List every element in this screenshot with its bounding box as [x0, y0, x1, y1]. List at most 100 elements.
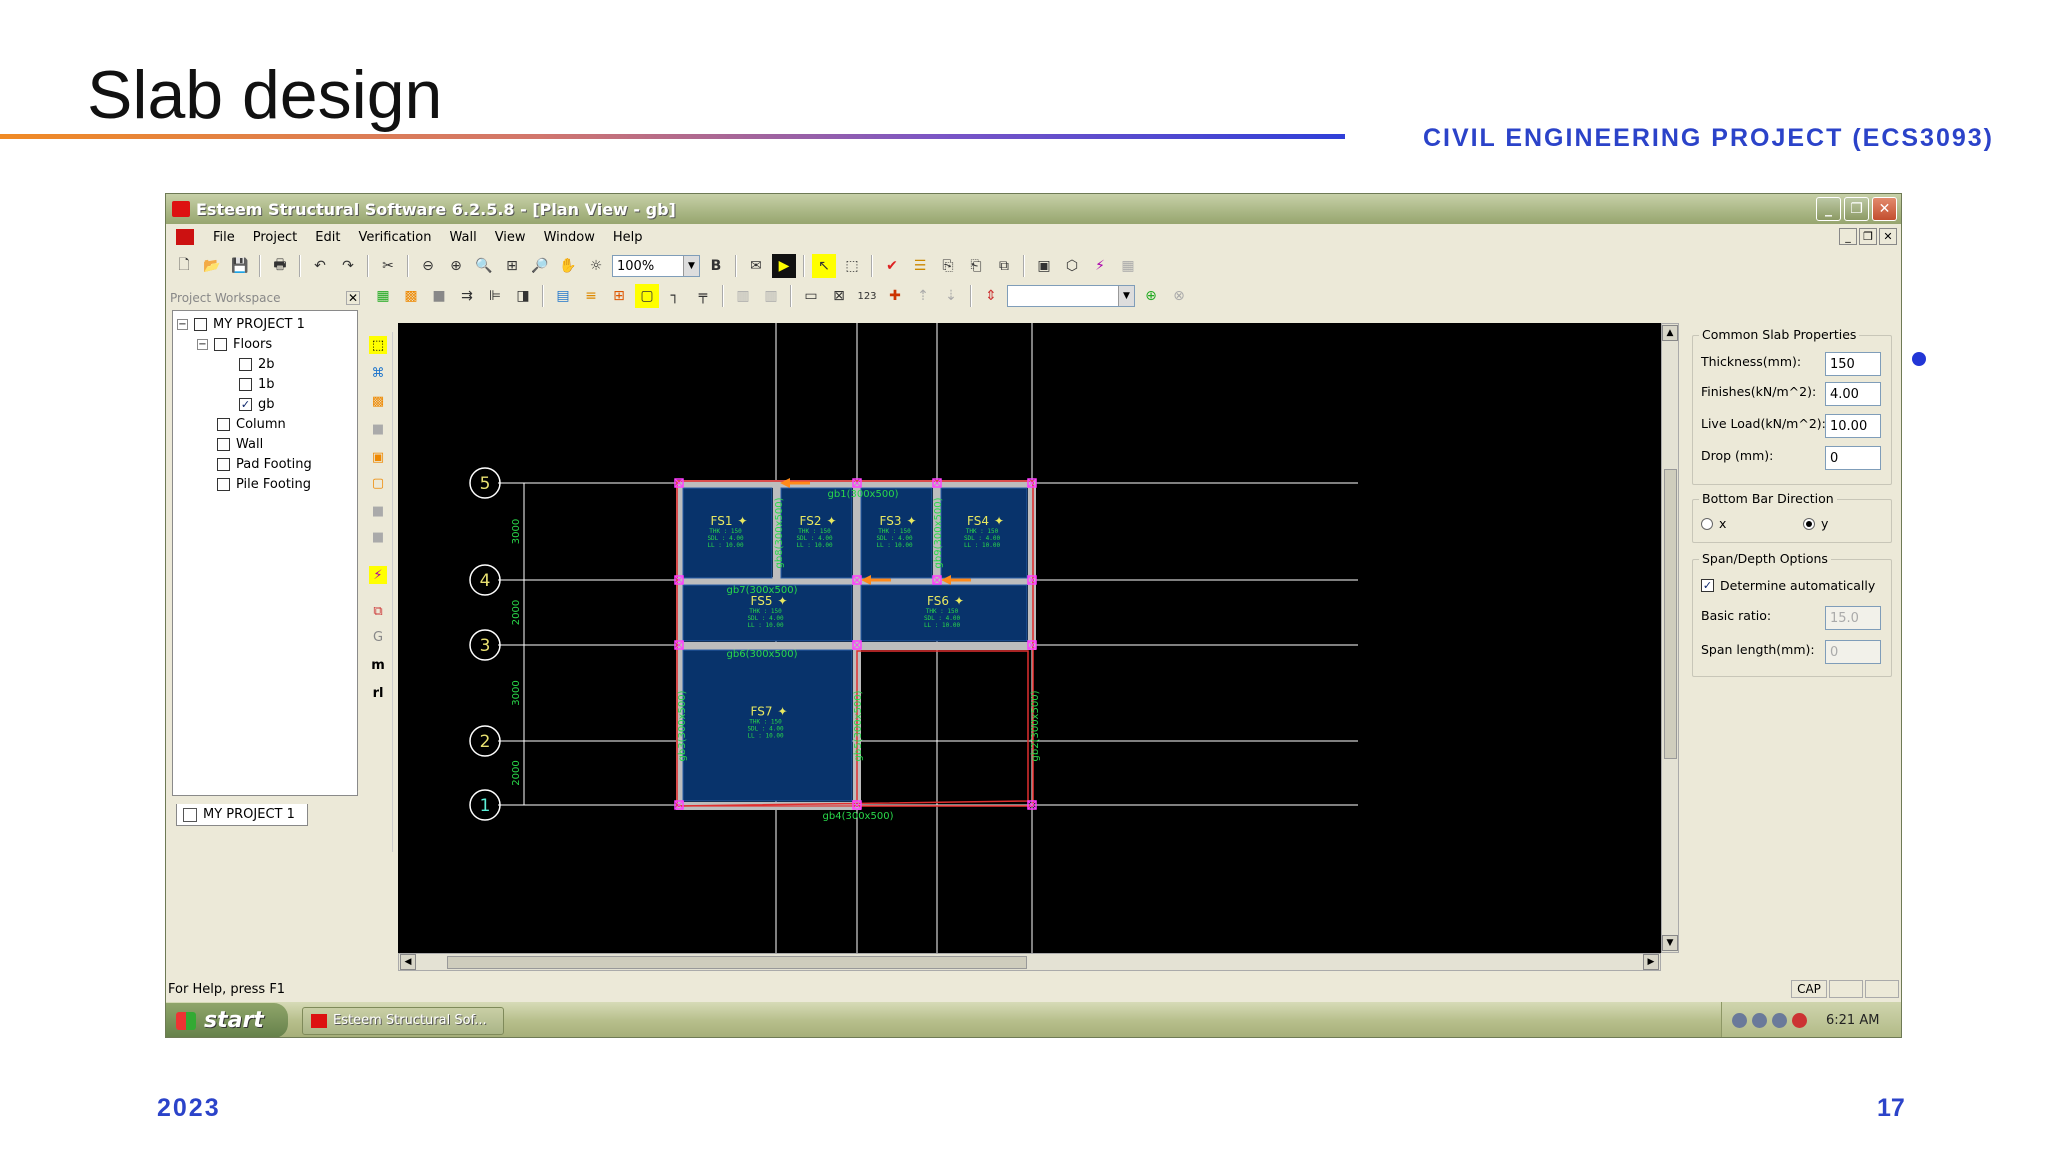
menu-wall[interactable]: Wall	[440, 230, 485, 245]
wall-grid-icon[interactable]: ▥	[731, 284, 755, 308]
doc-restore-button[interactable]: ❐	[1859, 228, 1877, 245]
tree-checkbox[interactable]	[217, 437, 230, 451]
frame-icon[interactable]: ▭	[799, 284, 823, 308]
zoom-extents-icon[interactable]: ⊞	[500, 254, 524, 278]
move-icon[interactable]: ⇉	[455, 284, 479, 308]
span-length-input[interactable]: 0	[1825, 640, 1881, 664]
dashed-tool-icon[interactable]: ▣	[369, 448, 387, 466]
mail-icon[interactable]: ✉	[744, 254, 768, 278]
redraw-icon[interactable]: ☼	[584, 254, 608, 278]
scroll-right-icon[interactable]: ▶	[1643, 954, 1659, 970]
network-icon[interactable]	[1732, 1013, 1747, 1028]
plan-view-canvas[interactable]: 3000 2000 3000 2000 5 4 3 2 1 FS1 ✦ THK : 150 SDL : …	[398, 323, 1661, 953]
doc-minimize-button[interactable]: _	[1839, 228, 1857, 245]
tree-item-project[interactable]: − MY PROJECT 1	[177, 315, 305, 333]
vertical-scroll-thumb[interactable]	[1664, 469, 1677, 759]
area-tool-icon[interactable]: ▢	[369, 474, 387, 492]
add-icon[interactable]: ✚	[883, 284, 907, 308]
finishes-input[interactable]: 4.00	[1825, 382, 1881, 406]
window-icon[interactable]: ▣	[1032, 254, 1056, 278]
snap-icon[interactable]: ⊕	[1139, 284, 1163, 308]
tree-checkbox-checked[interactable]: ✓	[239, 397, 252, 411]
run-icon[interactable]: ▶	[772, 254, 796, 278]
tree-item-pad-footing[interactable]: Pad Footing	[217, 455, 312, 473]
menu-window[interactable]: Window	[535, 230, 604, 245]
column-icon[interactable]: ╤	[691, 284, 715, 308]
connection-icon[interactable]	[1772, 1013, 1787, 1028]
m-tool-button[interactable]: m	[369, 656, 387, 674]
copy-icon[interactable]: ⎘	[936, 254, 960, 278]
horizontal-scrollbar[interactable]: ◀ ▶	[398, 953, 1661, 971]
checkbox-checked-icon[interactable]: ✓	[1701, 579, 1714, 592]
level-icon[interactable]: ⇡	[911, 284, 935, 308]
select-window-icon[interactable]: ⬚	[840, 254, 864, 278]
determine-automatically-checkbox[interactable]: ✓ Determine automatically	[1701, 578, 1875, 593]
fill2-tool-icon[interactable]: ■	[369, 528, 387, 546]
zoom-window-icon[interactable]: 🔍	[472, 254, 496, 278]
horizontal-scroll-thumb[interactable]	[447, 956, 1027, 969]
scroll-up-icon[interactable]: ▲	[1662, 325, 1678, 341]
tree-checkbox[interactable]	[214, 337, 227, 351]
paste-icon[interactable]: ⎗	[964, 254, 988, 278]
grid-icon[interactable]: ▦	[1116, 254, 1140, 278]
floor-grid-icon[interactable]: ▦	[371, 284, 395, 308]
duplicate-icon[interactable]: ⧉	[992, 254, 1016, 278]
wall-grid2-icon[interactable]: ▥	[759, 284, 783, 308]
analysis-icon[interactable]: ⚡	[1088, 254, 1112, 278]
load-tool-icon[interactable]: ⚡	[369, 566, 387, 584]
tree-checkbox[interactable]	[194, 317, 207, 331]
new-icon[interactable]: 🗋	[172, 254, 196, 278]
scroll-left-icon[interactable]: ◀	[400, 954, 416, 970]
block-tool-icon[interactable]: ■	[369, 420, 387, 438]
tree-checkbox[interactable]	[217, 417, 230, 431]
redo-icon[interactable]: ↷	[336, 254, 360, 278]
tree-item-wall[interactable]: Wall	[217, 435, 263, 453]
scroll-down-icon[interactable]: ▼	[1662, 935, 1678, 951]
restore-button[interactable]: ❐	[1844, 197, 1869, 221]
tree-item-gb[interactable]: ✓ gb	[239, 395, 275, 413]
level-down-icon[interactable]: ⇣	[939, 284, 963, 308]
vertical-scrollbar[interactable]: ▲ ▼	[1661, 323, 1679, 953]
cut-icon[interactable]: ✂	[376, 254, 400, 278]
delete-node-icon[interactable]: ⊗	[1167, 284, 1191, 308]
menu-view[interactable]: View	[486, 230, 535, 245]
tree-checkbox[interactable]	[217, 457, 230, 471]
pan-icon[interactable]: ✋	[556, 254, 580, 278]
window-titlebar[interactable]: Esteem Structural Software 6.2.5.8 - [Pl…	[166, 194, 1901, 224]
updown-icon[interactable]: ⇕	[979, 284, 1003, 308]
zoom-out-icon[interactable]: ⊖	[416, 254, 440, 278]
3d-view-icon[interactable]: ⬡	[1060, 254, 1084, 278]
radio-selected-icon[interactable]	[1803, 517, 1815, 530]
select-tool-icon[interactable]: ⬚	[369, 336, 387, 354]
region-tool-icon[interactable]: ▩	[369, 392, 387, 410]
volume-icon[interactable]	[1752, 1013, 1767, 1028]
split-icon[interactable]: ◨	[511, 284, 535, 308]
start-button[interactable]: start	[166, 1003, 288, 1037]
menu-file[interactable]: File	[204, 230, 244, 245]
tree-item-column[interactable]: Column	[217, 415, 286, 433]
menu-help[interactable]: Help	[604, 230, 652, 245]
align-icon[interactable]: ⊫	[483, 284, 507, 308]
block-icon[interactable]: ■	[427, 284, 451, 308]
print-icon[interactable]: 🖶	[268, 254, 292, 278]
minimize-button[interactable]: _	[1816, 197, 1841, 221]
zoom-select[interactable]: 100% ▼	[612, 255, 700, 277]
radio-icon[interactable]	[1701, 517, 1713, 530]
zoom-all-icon[interactable]: 🔎	[528, 254, 552, 278]
chevron-down-icon[interactable]: ▼	[1118, 286, 1134, 306]
tree-checkbox[interactable]	[217, 477, 230, 491]
mesh-icon[interactable]: ⊠	[827, 284, 851, 308]
bold-button[interactable]: B	[704, 254, 728, 278]
workspace-tab[interactable]: MY PROJECT 1	[176, 804, 308, 826]
undo-icon[interactable]: ↶	[308, 254, 332, 278]
taskbar-app-button[interactable]: Esteem Structural Sof...	[302, 1006, 504, 1035]
fill-tool-icon[interactable]: ■	[369, 502, 387, 520]
collapse-icon[interactable]: −	[177, 318, 188, 330]
list-icon[interactable]: ≡	[579, 284, 603, 308]
numbering-button[interactable]: 123	[855, 284, 879, 308]
tree-item-1b[interactable]: 1b	[239, 375, 275, 393]
chevron-down-icon[interactable]: ▼	[683, 256, 699, 276]
copy-tool-icon[interactable]: ⧉	[369, 602, 387, 620]
select-icon[interactable]: ↖	[812, 254, 836, 278]
floor-select[interactable]: ▼	[1007, 285, 1135, 307]
